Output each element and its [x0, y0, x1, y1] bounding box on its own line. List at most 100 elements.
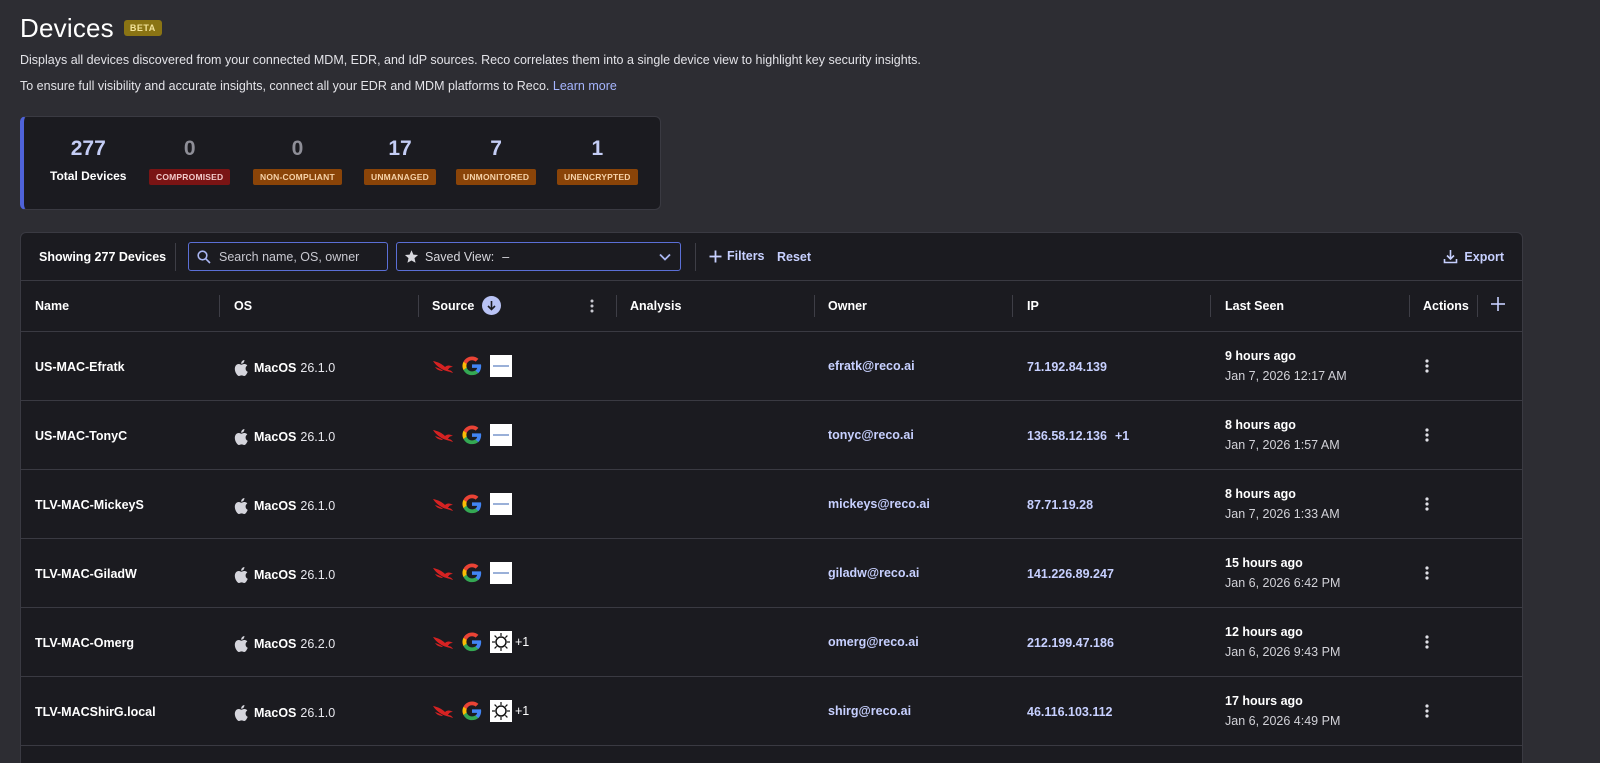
table-row[interactable]: TLV-MAC-MickeyS MacOS 26.1.0 mickeys@reco… [21, 470, 1522, 539]
filters-button[interactable]: Filters [709, 249, 765, 263]
last-seen-date: Jan 6, 2026 4:49 PM [1225, 714, 1341, 728]
sunburst-icon [490, 631, 512, 653]
row-actions-menu-icon[interactable] [1424, 358, 1430, 377]
source-extra-count[interactable]: +1 [515, 635, 529, 649]
col-header-os[interactable]: OS [234, 299, 252, 313]
search-box[interactable] [188, 242, 388, 271]
column-resizer[interactable] [418, 295, 419, 317]
col-header-name[interactable]: Name [35, 299, 69, 313]
row-actions-menu-icon[interactable] [1424, 703, 1430, 722]
device-ip[interactable]: 87.71.19.28 [1027, 498, 1101, 512]
device-last-seen: 8 hours ago Jan 7, 2026 1:57 AM [1225, 418, 1340, 452]
last-seen-date: Jan 6, 2026 9:43 PM [1225, 645, 1341, 659]
source-extra-count[interactable]: +1 [515, 704, 529, 718]
col-header-analysis[interactable]: Analysis [630, 299, 681, 313]
last-seen-relative: 15 hours ago [1225, 556, 1303, 570]
device-owner-link[interactable]: mickeys@reco.ai [828, 497, 930, 511]
devices-table: Showing 277 Devices Saved View: – [20, 232, 1523, 763]
reset-button[interactable]: Reset [777, 250, 811, 264]
total-devices-stat[interactable]: 277 Total Devices [50, 137, 126, 183]
device-ip[interactable]: 46.116.103.112 [1027, 705, 1121, 719]
sort-descending-icon[interactable] [482, 296, 501, 315]
device-name[interactable]: TLV-MACShirG.local [35, 705, 156, 719]
row-actions-menu-icon[interactable] [1424, 565, 1430, 584]
column-resizer[interactable] [616, 295, 617, 317]
column-resizer[interactable] [219, 295, 220, 317]
toolbar-divider [175, 243, 176, 271]
last-seen-relative: 17 hours ago [1225, 694, 1303, 708]
compromised-stat[interactable]: 0 COMPROMISED [149, 137, 231, 185]
row-actions-menu-icon[interactable] [1424, 427, 1430, 446]
col-header-owner[interactable]: Owner [828, 299, 867, 313]
table-row[interactable]: US-MAC-TonyC MacOS 26.1.0 tonyc@reco.ai 1… [21, 401, 1522, 470]
page-note-text: To ensure full visibility and accurate i… [20, 79, 550, 93]
device-owner-link[interactable]: tonyc@reco.ai [828, 428, 914, 442]
device-sources [432, 424, 515, 446]
device-name[interactable]: TLV-MAC-Omerg [35, 636, 134, 650]
last-seen-relative: 8 hours ago [1225, 487, 1296, 501]
column-resizer[interactable] [1409, 295, 1410, 317]
col-header-source[interactable]: Source [432, 299, 474, 313]
device-name[interactable]: TLV-MAC-MickeyS [35, 498, 144, 512]
device-ip[interactable]: 136.58.12.136 +1 [1027, 429, 1129, 443]
jamf-icon [490, 493, 512, 515]
unmanaged-stat[interactable]: 17 UNMANAGED [364, 137, 436, 185]
ip-extra-count[interactable]: +1 [1115, 429, 1129, 443]
device-sources: +1 [432, 700, 529, 722]
device-ip[interactable]: 212.199.47.186 [1027, 636, 1122, 650]
search-input[interactable] [219, 249, 379, 264]
column-resizer[interactable] [1210, 295, 1211, 317]
table-row[interactable]: TLV-MACShirG.local MacOS 26.1.0 +1 shirg@… [21, 677, 1522, 746]
apple-icon [234, 360, 248, 376]
last-seen-relative: 12 hours ago [1225, 625, 1303, 639]
total-devices-label: Total Devices [50, 169, 127, 183]
google-icon [461, 424, 483, 446]
device-owner-link[interactable]: giladw@reco.ai [828, 566, 919, 580]
col-header-ip[interactable]: IP [1027, 299, 1039, 313]
device-ip[interactable]: 71.192.84.139 [1027, 360, 1115, 374]
google-icon [461, 355, 483, 377]
page-note: To ensure full visibility and accurate i… [20, 78, 1580, 94]
device-owner-link[interactable]: shirg@reco.ai [828, 704, 911, 718]
column-menu-icon[interactable] [589, 298, 595, 314]
page-title: Devices [20, 12, 114, 43]
learn-more-link[interactable]: Learn more [553, 79, 617, 93]
showing-count: Showing 277 Devices [39, 250, 167, 264]
crowdstrike-icon [432, 700, 454, 722]
apple-icon [234, 636, 248, 652]
plus-icon [709, 250, 722, 262]
os-version: 26.1.0 [300, 499, 336, 513]
last-seen-date: Jan 7, 2026 12:17 AM [1225, 369, 1347, 383]
unmonitored-stat[interactable]: 7 UNMONITORED [456, 137, 537, 185]
device-os: MacOS 26.2.0 [234, 636, 335, 652]
device-owner-link[interactable]: efratk@reco.ai [828, 359, 915, 373]
last-seen-date: Jan 7, 2026 1:33 AM [1225, 507, 1340, 521]
export-button[interactable]: Export [1443, 249, 1504, 264]
device-name[interactable]: US-MAC-Efratk [35, 360, 125, 374]
row-actions-menu-icon[interactable] [1424, 634, 1430, 653]
device-name[interactable]: TLV-MAC-GiladW [35, 567, 137, 581]
unencrypted-stat[interactable]: 1 UNENCRYPTED [557, 137, 638, 185]
table-row[interactable]: TLV-MAC-GiladW MacOS 26.1.0 giladw@reco.a… [21, 539, 1522, 608]
column-resizer[interactable] [1012, 295, 1013, 317]
device-last-seen: 8 hours ago Jan 7, 2026 1:33 AM [1225, 487, 1340, 521]
os-name: MacOS [254, 637, 297, 651]
non-compliant-value: 0 [291, 137, 304, 160]
device-owner-link[interactable]: omerg@reco.ai [828, 635, 919, 649]
device-name[interactable]: US-MAC-TonyC [35, 429, 127, 443]
apple-icon [234, 429, 248, 445]
google-icon [461, 700, 483, 722]
non-compliant-stat[interactable]: 0 NON-COMPLIANT [253, 137, 342, 185]
beta-badge: BETA [123, 20, 162, 36]
unmonitored-value: 7 [490, 137, 502, 160]
add-column-icon[interactable] [1489, 295, 1507, 313]
last-seen-date: Jan 6, 2026 6:42 PM [1225, 576, 1341, 590]
row-actions-menu-icon[interactable] [1424, 496, 1430, 515]
saved-view-select[interactable]: Saved View: – [396, 242, 681, 271]
col-header-last-seen[interactable]: Last Seen [1225, 299, 1284, 313]
unencrypted-badge: UNENCRYPTED [557, 169, 638, 185]
device-ip[interactable]: 141.226.89.247 [1027, 567, 1122, 581]
table-row[interactable]: TLV-MAC-Omerg MacOS 26.2.0 +1 omerg@reco.… [21, 608, 1522, 677]
column-resizer[interactable] [814, 295, 815, 317]
table-row[interactable]: US-MAC-Efratk MacOS 26.1.0 efratk@reco.ai… [21, 332, 1522, 401]
